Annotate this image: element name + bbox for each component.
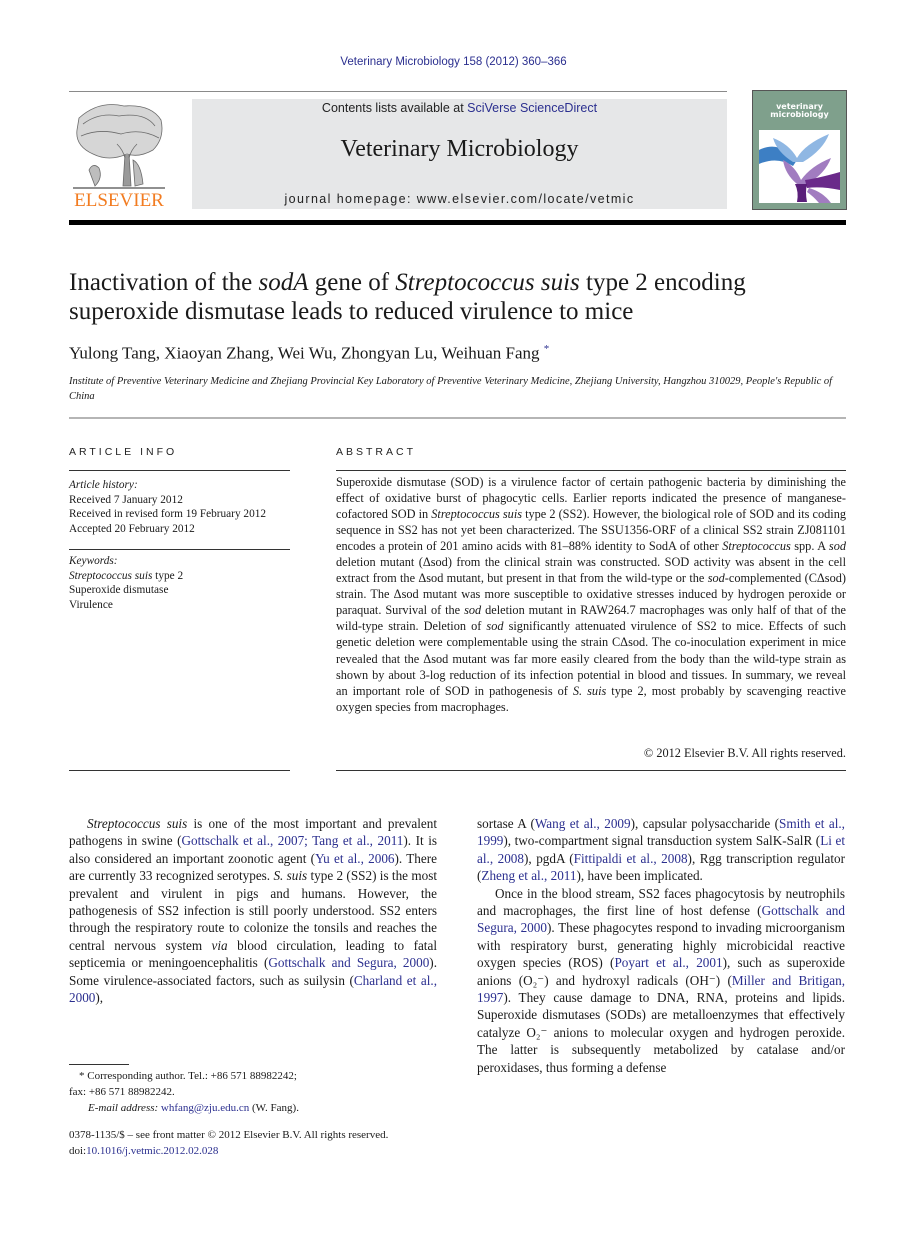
body-paragraph: Streptococcus suis is one of the most im…: [69, 815, 437, 1006]
body-column-right: sortase A (Wang et al., 2009), capsular …: [477, 815, 845, 1076]
issn-line: 0378-1135/$ – see front matter © 2012 El…: [69, 1129, 389, 1141]
reference-link[interactable]: Poyart et al., 2001: [614, 955, 722, 970]
article-info-rule: [69, 470, 290, 471]
text-run: ). They cause damage to DNA, RNA, protei…: [477, 990, 845, 1075]
italic-text: S. suis: [572, 683, 607, 698]
italic-text: sod: [828, 539, 846, 554]
doi-link[interactable]: 10.1016/j.vetmic.2012.02.028: [86, 1145, 218, 1157]
italic-text: Streptococcus suis: [431, 507, 523, 522]
journal-header-box: Contents lists available at SciVerse Sci…: [192, 99, 727, 209]
contents-prefix: Contents lists available at: [321, 101, 468, 115]
footnote-fax: fax: +86 571 88982242.: [69, 1086, 175, 1098]
article-title: Inactivation of the sodA gene of Strepto…: [69, 269, 746, 325]
journal-homepage[interactable]: journal homepage: www.elsevier.com/locat…: [192, 192, 727, 206]
text-run: ), capsular polysaccharide (: [630, 816, 779, 831]
text-run: ), pgdA (: [524, 850, 574, 866]
footnote-rule: [69, 1064, 129, 1065]
reference-link[interactable]: Gottschalk et al., 2007; Tang et al., 20…: [181, 833, 403, 848]
contents-line: Contents lists available at SciVerse Sci…: [192, 101, 727, 115]
italic-text: Streptococcus: [722, 539, 791, 554]
text-run: ),: [95, 990, 104, 1006]
footnote-tel: * Corresponding author. Tel.: +86 571 88…: [79, 1070, 297, 1082]
text-run: ), have been implicated.: [576, 868, 703, 884]
italic-text: sod: [464, 603, 482, 618]
accepted-date: Accepted 20 February 2012: [69, 522, 195, 535]
keywords: Keywords: Streptococcus suis type 2 Supe…: [69, 554, 299, 612]
italic-text: S. suis: [273, 868, 308, 884]
text-run: ), two-compartment signal transduction s…: [503, 833, 821, 849]
corresponding-author-footnote: * Corresponding author. Tel.: +86 571 88…: [69, 1068, 449, 1116]
history-label: Article history:: [69, 479, 138, 491]
journal-cover-thumbnail[interactable]: veterinary microbiology: [752, 90, 847, 210]
text-run: sortase A (: [477, 816, 535, 831]
running-head-citation[interactable]: Veterinary Microbiology 158 (2012) 360–3…: [0, 56, 907, 68]
front-matter: 0378-1135/$ – see front matter © 2012 El…: [69, 1127, 459, 1159]
keyword-item: Streptococcus suis type 2: [69, 569, 184, 582]
abstract-text: Superoxide dismutase (SOD) is a virulenc…: [336, 474, 846, 715]
revised-date: Received in revised form 19 February 201…: [69, 508, 267, 521]
article-history: Article history: Received 7 January 2012…: [69, 478, 299, 536]
sciencedirect-link[interactable]: SciVerse ScienceDirect: [467, 101, 597, 115]
email-link[interactable]: whfang@zju.edu.cn: [161, 1102, 249, 1114]
publisher-name[interactable]: ELSEVIER: [69, 190, 169, 212]
italic-text: Streptococcus suis: [87, 816, 188, 831]
body-column-left: Streptococcus suis is one of the most im…: [69, 815, 437, 1006]
doi-line: doi:10.1016/j.vetmic.2012.02.028: [69, 1145, 219, 1157]
reference-link[interactable]: Wang et al., 2009: [535, 816, 631, 831]
italic-text: via: [211, 937, 228, 953]
footnote-email: E-mail address: whfang@zju.edu.cn (W. Fa…: [88, 1102, 299, 1114]
cover-title: veterinary microbiology: [770, 102, 829, 119]
italic-text: sod: [486, 619, 504, 634]
keyword-item: Superoxide dismutase: [69, 584, 169, 597]
abstract-bottom-rule: [336, 770, 846, 771]
header-thick-rule: [69, 220, 846, 225]
article-info-heading: ARTICLE INFO: [69, 446, 178, 458]
italic-text: sod: [707, 571, 725, 586]
abstract-heading: ABSTRACT: [336, 446, 417, 458]
abstract-rule: [336, 470, 846, 471]
body-paragraph: sortase A (Wang et al., 2009), capsular …: [477, 815, 845, 885]
affiliation: Institute of Preventive Veterinary Medic…: [69, 376, 833, 402]
author-list: Yulong Tang, Xiaoyan Zhang, Wei Wu, Zhon…: [69, 343, 550, 363]
cover-artwork-icon: [759, 130, 840, 203]
article-info-bottom-rule: [69, 770, 290, 771]
reference-link[interactable]: Fittipaldi et al., 2008: [574, 851, 688, 866]
reference-link[interactable]: Yu et al., 2006: [315, 851, 394, 866]
reference-link[interactable]: Gottschalk and Segura, 2000: [268, 955, 429, 970]
body-paragraph: Once in the blood stream, SS2 faces phag…: [477, 885, 845, 1076]
keywords-rule: [69, 549, 290, 550]
corresponding-author-link[interactable]: *: [544, 343, 550, 355]
keywords-label: Keywords:: [69, 555, 118, 567]
header-rule: [69, 91, 727, 92]
reference-link[interactable]: Zheng et al., 2011: [481, 868, 576, 883]
abstract-copyright: © 2012 Elsevier B.V. All rights reserved…: [643, 746, 846, 760]
text-run: spp. A: [790, 539, 829, 554]
journal-name: Veterinary Microbiology: [340, 136, 579, 162]
received-date: Received 7 January 2012: [69, 493, 183, 506]
keyword-item: Virulence: [69, 598, 113, 611]
section-divider: [69, 417, 846, 419]
